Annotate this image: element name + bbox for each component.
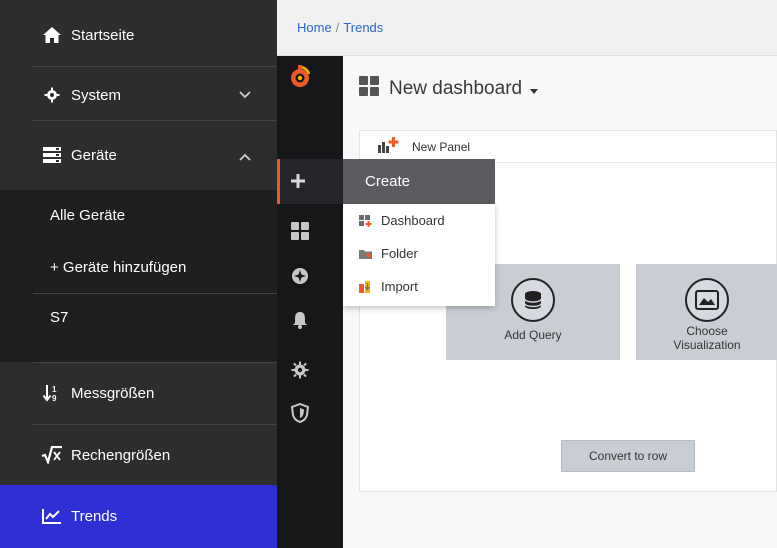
- convert-to-row-button[interactable]: Convert to row: [561, 440, 695, 472]
- folder-add-icon: [359, 248, 373, 260]
- sidebar-item-label: Geräte: [71, 146, 117, 164]
- breadcrumb-current[interactable]: Trends: [343, 20, 383, 35]
- alerting-bell-icon[interactable]: [287, 307, 313, 333]
- breadcrumb-home-link[interactable]: Home: [297, 20, 332, 35]
- submenu-item-s7[interactable]: S7: [50, 309, 68, 326]
- geraete-submenu: Alle Geräte + Geräte hinzufügen S7: [0, 190, 277, 362]
- configuration-gear-icon[interactable]: [287, 357, 313, 383]
- panel-title: New Panel: [412, 139, 471, 154]
- server-admin-shield-icon[interactable]: [287, 400, 313, 426]
- explore-compass-icon[interactable]: [287, 263, 313, 289]
- sidebar-item-startseite[interactable]: Startseite: [33, 6, 277, 64]
- svg-text:9: 9: [52, 394, 57, 403]
- sidebar-item-geraete[interactable]: Geräte: [33, 126, 277, 184]
- sidebar-item-label: System: [71, 86, 122, 104]
- sidebar-item-label: Trends: [71, 507, 118, 525]
- create-menu-item-label: Import: [381, 279, 418, 294]
- dashboard-title-picker[interactable]: New dashboard: [359, 76, 539, 102]
- breadcrumb: Home / Trends: [277, 0, 777, 56]
- svg-text:1: 1: [52, 385, 57, 394]
- submenu-item-geraete-hinzufuegen[interactable]: + Geräte hinzufügen: [50, 259, 186, 276]
- server-icon: [41, 147, 63, 163]
- grafana-side-menu: [277, 56, 343, 548]
- sidebar-item-label: Startseite: [71, 26, 135, 44]
- create-menu-item-label: Dashboard: [381, 213, 445, 228]
- create-menu-dropdown: Dashboard Folder Import: [343, 204, 495, 306]
- divider: [33, 424, 277, 425]
- sort-numeric-icon: 19: [41, 383, 63, 403]
- create-menu-item-import[interactable]: Import: [359, 279, 418, 294]
- plus-icon: [290, 173, 306, 194]
- dashboards-grid-icon[interactable]: [287, 218, 313, 244]
- sidebar-item-label: Rechengrößen: [71, 446, 171, 464]
- square-root-icon: [41, 446, 63, 464]
- grafana-logo-icon[interactable]: [287, 64, 313, 90]
- create-menu-item-label: Folder: [381, 246, 418, 261]
- database-icon: [511, 278, 555, 322]
- create-menu-item-dashboard[interactable]: Dashboard: [359, 213, 445, 228]
- submenu-item-alle-geraete[interactable]: Alle Geräte: [50, 207, 125, 224]
- choose-visualization-button[interactable]: Choose Visualization: [636, 264, 777, 360]
- create-menu-header[interactable]: Create: [343, 159, 495, 204]
- chevron-down-icon: [239, 86, 251, 103]
- dashboard-add-icon: [359, 214, 373, 227]
- panel-add-icon: [378, 137, 400, 156]
- create-menu-trigger[interactable]: [277, 159, 343, 204]
- choose-visualization-label-2: Visualization: [673, 338, 741, 352]
- chart-line-icon: [41, 508, 63, 524]
- home-icon: [41, 26, 63, 44]
- sidebar-item-rechengroessen[interactable]: Rechengrößen: [33, 426, 277, 484]
- choose-visualization-label-1: Choose: [686, 324, 728, 338]
- add-query-label: Add Query: [504, 328, 562, 342]
- divider: [33, 293, 277, 294]
- chevron-up-icon: [239, 148, 251, 165]
- caret-down-icon: [530, 78, 539, 100]
- sidebar-item-system[interactable]: System: [33, 66, 277, 124]
- sidebar-item-messgroessen[interactable]: 19 Messgrößen: [33, 364, 277, 422]
- sidebar-item-trends[interactable]: Trends: [33, 487, 277, 545]
- visualization-icon: [685, 278, 729, 322]
- gear-icon: [41, 87, 63, 103]
- divider: [33, 362, 277, 363]
- app-sidebar: Startseite System Geräte Alle Geräte + G…: [0, 0, 277, 548]
- dashboard-title: New dashboard: [389, 78, 523, 99]
- import-icon: [359, 280, 373, 293]
- breadcrumb-separator: /: [335, 20, 340, 35]
- divider: [33, 120, 277, 121]
- sidebar-item-label: Messgrößen: [71, 384, 155, 402]
- dashboard-grid-icon: [359, 76, 379, 102]
- create-menu-item-folder[interactable]: Folder: [359, 246, 418, 261]
